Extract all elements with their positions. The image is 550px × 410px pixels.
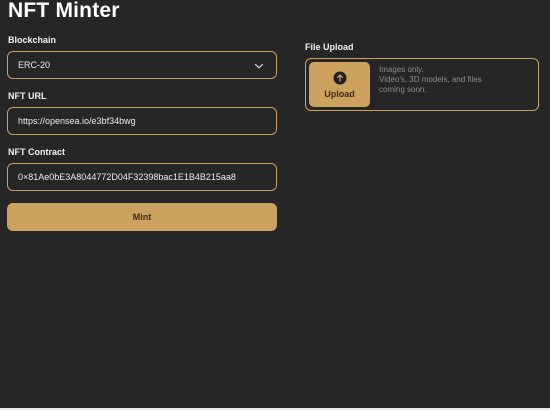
nft-url-label: NFT URL (8, 91, 47, 101)
file-upload-section: File Upload Upload Images only. Video's,… (305, 42, 539, 111)
arrow-up-circle-icon (333, 71, 346, 84)
blockchain-label: Blockchain (8, 35, 57, 45)
nft-url-input[interactable]: https://opensea.io/e3bf34bwg (7, 107, 277, 135)
file-upload-dropzone[interactable]: Upload Images only. Video's, 3D models, … (305, 58, 539, 111)
blockchain-select[interactable]: ERC-20 (7, 51, 277, 79)
upload-hint-line: Video's, 3D models, and files (379, 75, 482, 84)
nft-url-value: https://opensea.io/e3bf34bwg (18, 116, 136, 126)
upload-hint-line: coming soon. (379, 85, 427, 94)
upload-button[interactable]: Upload (309, 62, 370, 107)
upload-hint: Images only. Video's, 3D models, and fil… (379, 65, 482, 95)
blockchain-select-value: ERC-20 (18, 60, 51, 70)
upload-button-label: Upload (324, 88, 355, 99)
nft-contract-input[interactable]: 0×81Ae0bE3A8044772D04F32398bac1E1B4B215a… (7, 163, 277, 191)
mint-form: Blockchain ERC-20 NFT URL https://opense… (7, 35, 277, 231)
file-upload-label: File Upload (305, 42, 354, 52)
nft-contract-value: 0×81Ae0bE3A8044772D04F32398bac1E1B4B215a… (18, 172, 236, 182)
nft-contract-label: NFT Contract (8, 147, 65, 157)
chevron-down-icon (254, 63, 264, 69)
page-title: NFT Minter (8, 0, 120, 22)
mint-button[interactable]: Mint (7, 203, 277, 231)
nft-minter-page: NFT Minter Blockchain ERC-20 NFT URL htt… (0, 0, 550, 410)
upload-hint-line: Images only. (379, 65, 424, 74)
